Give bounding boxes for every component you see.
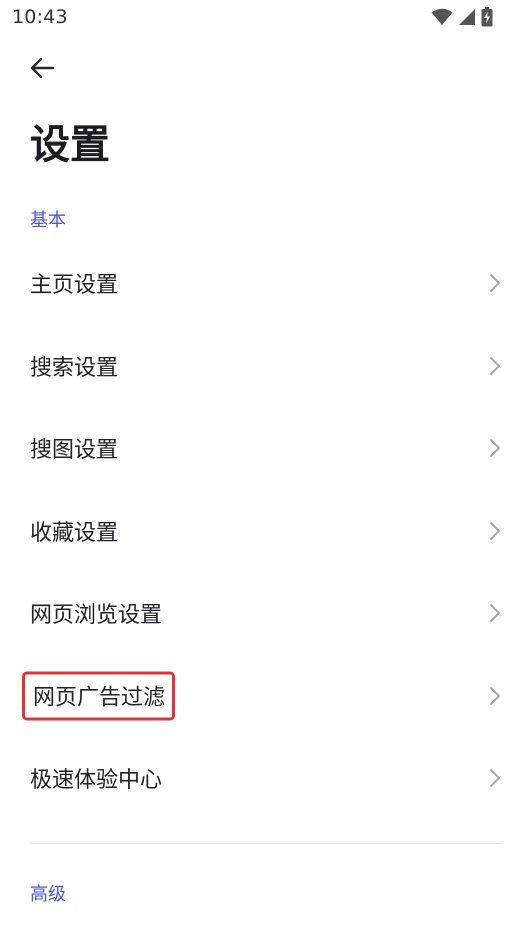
chevron-right-icon [490,604,500,623]
chevron-right-icon [490,686,500,705]
settings-menu-list: 主页设置 搜索设置 搜图设置 收藏设置 网页浏览设置 网页广告过滤 极速体验中心 [0,242,531,820]
menu-item-speed-experience-center[interactable]: 极速体验中心 [0,737,531,820]
status-icons [431,7,493,27]
status-time: 10:43 [12,6,68,28]
menu-item-ad-filter[interactable]: 网页广告过滤 [0,655,531,738]
section-divider [30,843,501,844]
menu-item-label: 搜索设置 [30,355,119,381]
cellular-signal-icon [459,9,475,25]
menu-item-favorites-settings[interactable]: 收藏设置 [0,490,531,573]
battery-charging-icon [481,7,493,27]
status-bar: 10:43 [0,0,531,36]
menu-item-search-settings[interactable]: 搜索设置 [0,325,531,408]
chevron-right-icon [490,769,500,788]
menu-item-homepage-settings[interactable]: 主页设置 [0,242,531,325]
menu-item-label: 搜图设置 [30,438,119,464]
menu-item-browsing-settings[interactable]: 网页浏览设置 [0,572,531,655]
chevron-right-icon [490,439,500,458]
arrow-left-icon [30,57,55,79]
menu-item-label-highlighted: 网页广告过滤 [22,671,176,721]
menu-item-label: 收藏设置 [30,520,119,546]
chevron-right-icon [490,274,500,293]
menu-item-label: 主页设置 [30,273,119,299]
chevron-right-icon [490,521,500,540]
menu-item-label: 极速体验中心 [30,768,163,794]
chevron-right-icon [490,356,500,375]
section-header-basic: 基本 [30,210,66,231]
page-title: 设置 [30,122,110,168]
wifi-icon [431,8,453,25]
section-header-advanced: 高级 [30,884,66,905]
menu-item-label: 网页浏览设置 [30,603,163,629]
back-button[interactable] [22,50,62,86]
menu-item-image-search-settings[interactable]: 搜图设置 [0,407,531,490]
